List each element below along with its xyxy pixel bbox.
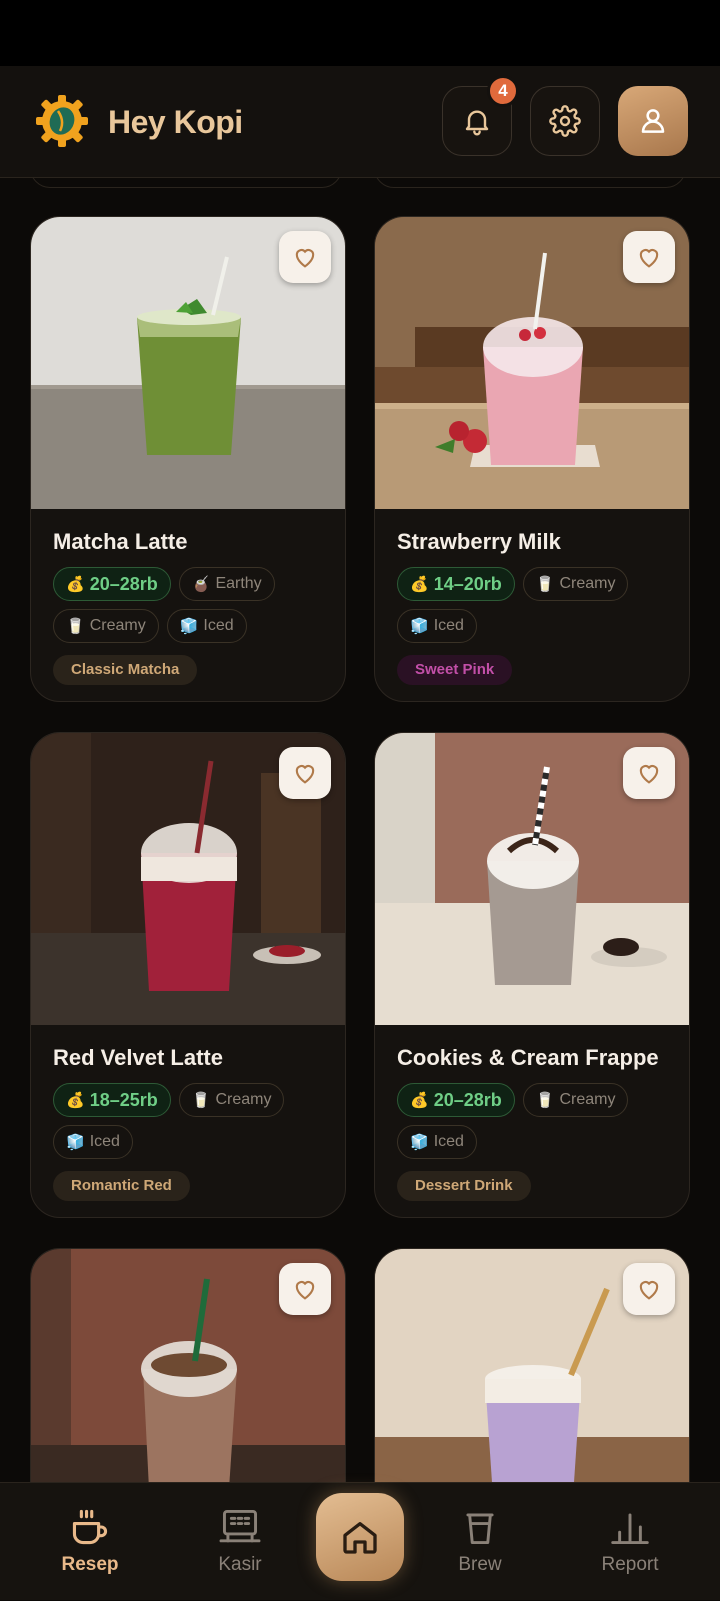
notifications-button[interactable]: 4	[442, 75, 519, 156]
cash-register-icon	[219, 1509, 261, 1543]
recipe-name: Matcha Latte	[53, 529, 188, 554]
temp-label: Iced	[89, 1133, 120, 1150]
recipe-card-red-velvet-latte[interactable]: Red Velvet Latte 💰 18–25rb 🥛 Creamy 🧊 Iced …	[30, 732, 346, 1218]
milk-glass-icon: 🥛	[191, 1092, 211, 1109]
app-title: Hey Kopi	[108, 104, 243, 140]
price-tag: 💰 18–25rb	[53, 1083, 171, 1117]
flavor-label: Creamy	[215, 1091, 272, 1108]
price-value: 14–20rb	[433, 573, 502, 594]
card-stub	[30, 178, 342, 188]
status-bar	[0, 0, 720, 66]
gear-icon	[549, 105, 581, 137]
flavor-tag: 🥛 Creamy	[178, 1083, 285, 1117]
nav-label: Kasir	[218, 1554, 262, 1575]
mate-icon: 🧉	[191, 576, 211, 593]
nav-kasir[interactable]: Kasir	[180, 1483, 300, 1601]
milk-glass-icon: 🥛	[535, 1092, 555, 1109]
price-tag: 💰 14–20rb	[397, 567, 515, 601]
ice-cube-icon: 🧊	[410, 618, 429, 635]
ice-cube-icon: 🧊	[179, 618, 199, 635]
coffee-cup-icon	[72, 1509, 108, 1545]
recipe-name: Red Velvet Latte	[53, 1045, 223, 1070]
nav-brew[interactable]: Brew	[420, 1483, 540, 1601]
app-header: Hey Kopi 4	[0, 66, 720, 178]
ice-cube-icon: 🧊	[66, 1134, 85, 1151]
temp-label: Iced	[433, 1133, 464, 1150]
category-badge: Classic Matcha	[53, 655, 198, 685]
temp-tag: 🧊 Iced	[397, 1125, 477, 1159]
flavor-label: Creamy	[89, 617, 146, 634]
money-bag-icon: 💰	[66, 1092, 85, 1109]
ice-cube-icon: 🧊	[410, 1134, 429, 1151]
price-value: 20–28rb	[433, 1089, 502, 1110]
favorite-button[interactable]	[623, 1263, 675, 1315]
bottom-navigation: Resep Kasir Brew Report	[0, 1482, 720, 1600]
recipe-card-cookies-cream-frappe[interactable]: Cookies & Cream Frappe 💰 20–28rb 🥛 Creamy …	[374, 732, 690, 1218]
favorite-button[interactable]	[279, 231, 331, 283]
milk-glass-icon: 🥛	[535, 576, 555, 593]
recipe-card[interactable]	[374, 1248, 690, 1482]
flavor-label: Creamy	[559, 1091, 616, 1108]
flavor-label: Earthy	[215, 575, 262, 592]
heart-icon	[295, 765, 315, 784]
heart-icon	[639, 1281, 659, 1300]
price-value: 20–28rb	[89, 573, 158, 594]
brew-cup-icon	[466, 1513, 494, 1545]
temp-label: Iced	[203, 617, 234, 634]
money-bag-icon: 💰	[410, 1092, 429, 1109]
nav-resep[interactable]: Resep	[30, 1483, 150, 1601]
flavor-tag: 🥛 Creamy	[53, 609, 159, 643]
milk-glass-icon: 🥛	[66, 618, 85, 635]
category-badge: Sweet Pink	[397, 655, 513, 685]
recipe-card-strawberry-milk[interactable]: Strawberry Milk 💰 14–20rb 🥛 Creamy 🧊 Iced S…	[374, 216, 690, 702]
settings-button[interactable]	[530, 86, 600, 156]
nav-label: Report	[601, 1554, 659, 1575]
temp-tag: 🧊 Iced	[166, 609, 247, 643]
money-bag-icon: 💰	[66, 576, 85, 593]
user-icon	[641, 109, 665, 133]
heart-icon	[295, 249, 315, 268]
recipe-card[interactable]	[30, 1248, 346, 1482]
price-value: 18–25rb	[89, 1089, 158, 1110]
home-button[interactable]	[316, 1493, 404, 1581]
temp-tag: 🧊 Iced	[53, 1125, 133, 1159]
notification-badge: 4	[487, 75, 519, 107]
price-tag: 💰 20–28rb	[53, 567, 171, 601]
money-bag-icon: 💰	[410, 576, 429, 593]
temp-tag: 🧊 Iced	[397, 609, 477, 643]
favorite-button[interactable]	[623, 747, 675, 799]
recipe-feed[interactable]: Matcha Latte 💰 20–28rb 🧉 Earthy 🥛 Creamy 🧊 I…	[0, 178, 720, 1482]
recipe-name: Cookies & Cream Frappe	[397, 1045, 659, 1070]
flavor-tag: 🧉 Earthy	[178, 567, 275, 601]
temp-label: Iced	[433, 617, 464, 634]
nav-report[interactable]: Report	[570, 1483, 690, 1601]
profile-button[interactable]	[618, 86, 688, 156]
app-logo	[36, 95, 88, 147]
category-badge: Dessert Drink	[397, 1171, 531, 1201]
recipe-name: Strawberry Milk	[397, 529, 561, 554]
card-stub	[374, 178, 686, 188]
flavor-label: Creamy	[559, 575, 616, 592]
category-badge: Romantic Red	[53, 1171, 190, 1201]
favorite-button[interactable]	[623, 231, 675, 283]
nav-label: Resep	[61, 1554, 119, 1575]
recipe-card-matcha-latte[interactable]: Matcha Latte 💰 20–28rb 🧉 Earthy 🥛 Creamy 🧊 I…	[30, 216, 346, 702]
flavor-tag: 🥛 Creamy	[522, 1083, 629, 1117]
heart-icon	[639, 765, 659, 784]
heart-icon	[295, 1281, 315, 1300]
bell-icon	[465, 110, 489, 136]
home-icon	[343, 1522, 377, 1554]
favorite-button[interactable]	[279, 1263, 331, 1315]
price-tag: 💰 20–28rb	[397, 1083, 515, 1117]
favorite-button[interactable]	[279, 747, 331, 799]
bar-chart-icon	[611, 1513, 649, 1545]
nav-label: Brew	[458, 1554, 502, 1575]
flavor-tag: 🥛 Creamy	[522, 567, 629, 601]
heart-icon	[639, 249, 659, 268]
